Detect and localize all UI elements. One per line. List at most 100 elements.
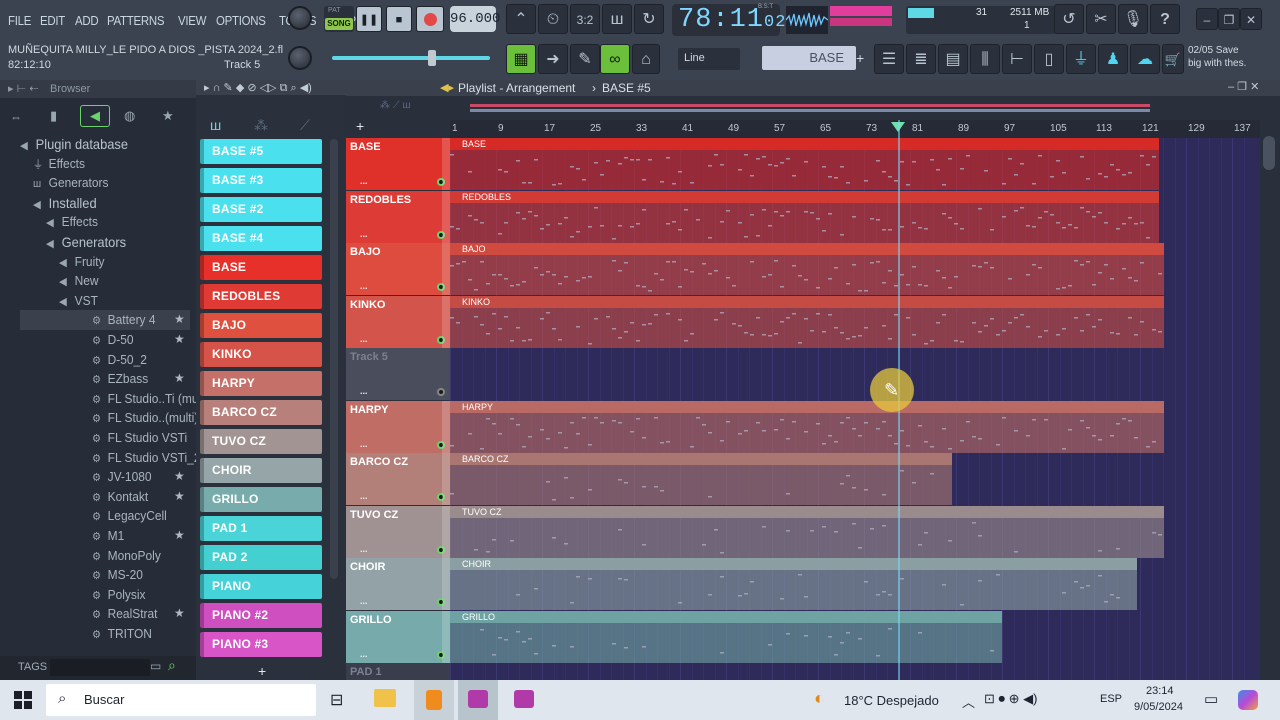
track-header[interactable]: BARCO CZ... [346, 453, 450, 505]
master-pitch-knob[interactable] [288, 46, 312, 70]
browser-item[interactable]: ⚙ EZbass [92, 371, 148, 386]
pattern-clip[interactable]: REDOBLES [450, 190, 1159, 243]
browser-item[interactable]: ⚙ Battery 4 [92, 312, 156, 327]
pattern-item[interactable]: TUVO CZ [200, 429, 322, 454]
folder-icon[interactable]: ▭ [150, 659, 161, 673]
fl-studio-taskbar-icon[interactable] [414, 680, 454, 720]
menu-options[interactable]: OPTIONS [216, 13, 266, 28]
language-indicator[interactable]: ESP [1100, 693, 1122, 705]
browser-item[interactable]: ⚙ RealStrat [92, 606, 158, 621]
countdown-icon[interactable]: 3:2 [570, 4, 600, 34]
pattern-item[interactable]: PAD 2 [200, 545, 322, 570]
snap-selector[interactable]: Line [678, 48, 740, 70]
weather-text[interactable]: 18°C Despejado [844, 693, 939, 708]
tempo-display[interactable]: 96.000 [450, 6, 500, 32]
favorite-star-icon[interactable]: ★ [174, 371, 185, 385]
metronome-icon[interactable]: ⌃ [506, 4, 536, 34]
browser-item[interactable]: ⚙ TRITON [92, 626, 152, 641]
track-mode-icons[interactable]: ⁂ ⟋ ш [380, 100, 411, 111]
pattern-item[interactable]: BASE #3 [200, 168, 322, 193]
channel-rack-icon[interactable]: ▤ [938, 44, 968, 74]
track-header[interactable]: KINKO... [346, 295, 450, 348]
clock-time[interactable]: 23:14 [1146, 685, 1174, 697]
pattern-selector[interactable]: BASE [762, 46, 856, 70]
playlist-grid[interactable]: BASE REDOBLES BAJO KINKO HARPY BARCO CZ TUVO C… [450, 138, 1260, 680]
browser-item[interactable]: ⚙ D-50_2 [92, 352, 147, 367]
minimize-icon[interactable]: – [1196, 8, 1218, 30]
browser-view-icon[interactable]: ⇔ [10, 110, 22, 124]
browser-item[interactable]: ⚙ FL Studio VSTi [92, 430, 187, 445]
clock-date[interactable]: 9/05/2024 [1134, 701, 1183, 713]
scroll-thumb[interactable] [1263, 136, 1275, 170]
browser-item[interactable]: ◀ Fruity [59, 254, 105, 269]
add-pattern-icon[interactable]: + [856, 46, 870, 70]
track-header[interactable]: HARPY... [346, 400, 450, 453]
task-view-icon[interactable]: ⊟ [330, 690, 343, 710]
browser-item[interactable]: ◀ Plugin database [20, 136, 128, 152]
playlist-window-controls[interactable]: – ❐ ✕ [1228, 80, 1259, 93]
track-header[interactable]: CHOIR... [346, 558, 450, 610]
tray-icons[interactable]: ⊡ ⏺ ⊕ ◀) [984, 691, 1037, 707]
browser-item[interactable]: ⚙ Polysix [92, 587, 146, 602]
track-options-icon[interactable]: ... [360, 229, 368, 239]
plugin-filter-icon[interactable]: ◀ [80, 105, 110, 127]
pattern-item[interactable]: PIANO #2 [200, 603, 322, 628]
cart-icon[interactable]: 🛒 [1162, 44, 1184, 74]
pattern-item[interactable]: BASE #4 [200, 226, 322, 251]
windows-start-icon[interactable] [14, 691, 32, 709]
audio-tab-icon[interactable]: ⁂ [254, 117, 268, 134]
browser-item[interactable]: ◀ Generators [46, 234, 126, 250]
track-resize-handle[interactable] [442, 295, 450, 348]
pattern-item[interactable]: PAD 1 [200, 516, 322, 541]
arrow-right-icon[interactable]: ➜ [538, 44, 568, 74]
browser-tree-icon[interactable]: ⊢ [1002, 44, 1032, 74]
master-volume-slider[interactable] [332, 50, 490, 66]
cut-icon[interactable]: ✂ [1086, 4, 1116, 34]
track-options-icon[interactable]: ... [360, 649, 368, 659]
track-header[interactable]: BASE... [346, 138, 450, 190]
browser-item[interactable]: ◀ New [59, 273, 99, 288]
browser-item[interactable]: ◀ Installed [33, 195, 97, 211]
browser-item[interactable]: ⚙ MS-20 [92, 567, 143, 582]
track-header[interactable]: REDOBLES... [346, 190, 450, 243]
pattern-item[interactable]: PIANO [200, 574, 322, 599]
pattern-item[interactable]: KINKO [200, 342, 322, 367]
browser-item[interactable]: ⚙ FL Studio..Ti (multi) [92, 391, 196, 406]
pattern-item[interactable]: BASE #5 [200, 139, 322, 164]
browser-item[interactable]: ◀ VST [59, 293, 98, 308]
track-options-icon[interactable]: ... [360, 491, 368, 501]
tags-input[interactable] [50, 659, 150, 676]
track-resize-handle[interactable] [442, 138, 450, 190]
stop-button[interactable]: ■ [386, 6, 412, 32]
weather-icon[interactable]: ◐ [814, 688, 825, 709]
menu-add[interactable]: ADD [75, 13, 99, 28]
cloud-icon[interactable]: ☁ [1130, 44, 1160, 74]
track-options-icon[interactable]: ... [360, 439, 368, 449]
close-icon[interactable]: ✕ [1240, 8, 1262, 30]
tutorial-icon[interactable]: ♟ [1098, 44, 1128, 74]
maximize-icon[interactable]: ❐ [1218, 8, 1240, 30]
add-track-icon[interactable]: + [356, 118, 364, 134]
favorite-star-icon[interactable]: ★ [174, 528, 185, 542]
playlist-vertical-scrollbar[interactable] [1260, 120, 1280, 680]
help-icon[interactable]: ? [1150, 4, 1180, 34]
browser-item[interactable]: ⏚ Effects [33, 156, 85, 172]
track-options-icon[interactable]: ... [360, 596, 368, 606]
undo-icon[interactable]: ↺ [1054, 4, 1084, 34]
loop-record-icon[interactable]: ↻ [634, 4, 664, 34]
menu-view[interactable]: VIEW [178, 13, 206, 28]
pattern-item[interactable]: HARPY [200, 371, 322, 396]
tempo-tap-icon[interactable]: ⌂ [632, 44, 660, 74]
menu-edit[interactable]: EDIT [40, 13, 65, 28]
piano-roll-icon[interactable]: ≣ [906, 44, 936, 74]
track-resize-handle[interactable] [442, 505, 450, 558]
track-resize-handle[interactable] [442, 400, 450, 453]
favorite-star-icon[interactable]: ★ [174, 606, 185, 620]
pattern-clip[interactable]: KINKO [450, 295, 1165, 348]
master-volume-knob[interactable] [288, 6, 312, 30]
file-explorer-icon[interactable] [374, 689, 396, 707]
track-resize-handle[interactable] [442, 348, 450, 400]
automation-tab-icon[interactable]: ⟋ [300, 117, 310, 134]
pattern-item[interactable]: BASE [200, 255, 322, 280]
pattern-item[interactable]: PIANO #3 [200, 632, 322, 657]
